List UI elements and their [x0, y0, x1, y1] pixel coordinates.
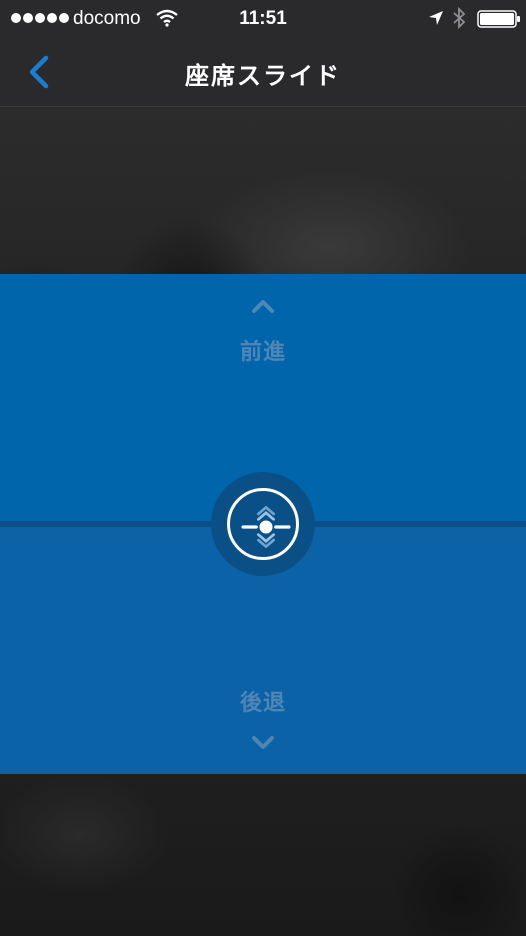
seat-slide-handle[interactable]: [211, 472, 315, 576]
background-image-bottom: [0, 774, 526, 936]
page-title: 座席スライド: [185, 62, 341, 90]
location-arrow-icon: [429, 11, 443, 25]
status-time: 11:51: [239, 8, 287, 29]
status-bar: docomo 11:51: [0, 0, 526, 38]
backward-label: 後退: [239, 691, 286, 716]
bluetooth-icon: [453, 7, 466, 29]
chevron-up-icon: [252, 300, 274, 313]
battery-icon: [477, 10, 520, 28]
navigation-bar: 座席スライド: [0, 38, 526, 107]
background-image-top: [0, 107, 526, 274]
slider-handle-icon: [241, 505, 291, 549]
forward-label: 前進: [239, 340, 286, 365]
chevron-down-icon: [252, 736, 274, 749]
handle-ring: [227, 488, 299, 560]
seat-slide-screen: docomo 11:51 座席スライド 前進 後退: [0, 0, 526, 936]
